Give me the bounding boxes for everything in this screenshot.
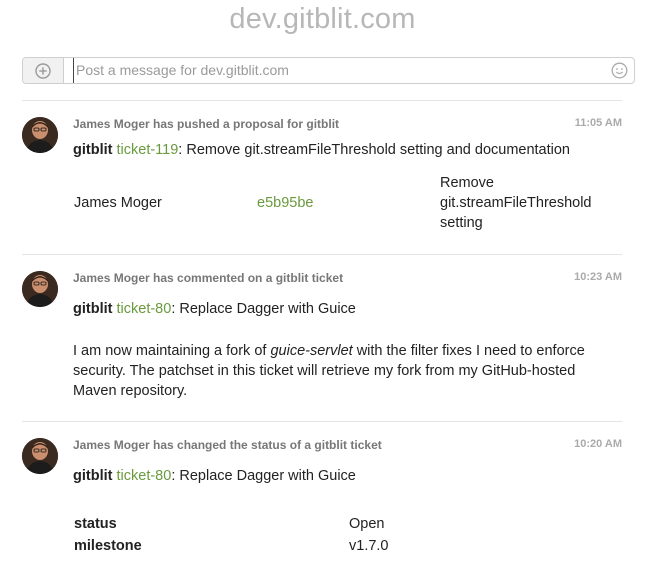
field-value: Open <box>349 516 385 532</box>
ticket-link[interactable]: ticket-119 <box>117 142 179 158</box>
divider <box>22 421 622 422</box>
ticket-title: : Replace Dagger with Guice <box>171 468 356 484</box>
activity-description: James Moger has changed the status of a … <box>73 438 382 452</box>
field-value: v1.7.0 <box>349 538 389 554</box>
ticket-subject: gitblit ticket-119: Remove git.streamFil… <box>73 142 570 158</box>
commit-author: James Moger <box>74 195 162 211</box>
commit-message-line: setting <box>440 215 483 231</box>
commit-message-line: git.streamFileThreshold <box>440 195 592 211</box>
smiley-icon <box>611 62 628 79</box>
avatar[interactable] <box>22 438 58 474</box>
commit-message-line: Remove <box>440 175 494 191</box>
timestamp: 11:05 AM <box>574 117 622 129</box>
ticket-subject: gitblit ticket-80: Replace Dagger with G… <box>73 301 356 317</box>
ticket-link[interactable]: ticket-80 <box>117 301 172 317</box>
ticket-title: : Remove git.streamFileThreshold setting… <box>178 142 570 158</box>
message-composer: Post a message for dev.gitblit.com <box>22 57 635 84</box>
commit-message: Remove git.streamFileThreshold setting <box>440 173 592 233</box>
fork-name: guice-servlet <box>270 343 353 359</box>
avatar[interactable] <box>22 117 58 153</box>
emoji-button[interactable] <box>611 62 628 79</box>
field-key: milestone <box>74 538 142 554</box>
add-attachment-button[interactable] <box>23 58 64 83</box>
plus-circle-icon <box>35 62 51 79</box>
activity-description: James Moger has commented on a gitblit t… <box>73 271 344 285</box>
repo-link[interactable]: gitblit <box>73 142 112 158</box>
timestamp: 10:20 AM <box>574 438 622 450</box>
avatar[interactable] <box>22 271 58 307</box>
repo-link[interactable]: gitblit <box>73 468 112 484</box>
message-input[interactable]: Post a message for dev.gitblit.com <box>73 58 606 83</box>
ticket-title: : Replace Dagger with Guice <box>171 301 356 317</box>
ticket-link[interactable]: ticket-80 <box>117 468 172 484</box>
ticket-subject: gitblit ticket-80: Replace Dagger with G… <box>73 468 356 484</box>
channel-title: dev.gitblit.com <box>229 3 416 35</box>
repo-link[interactable]: gitblit <box>73 301 112 317</box>
commit-sha-link[interactable]: e5b95be <box>257 193 313 213</box>
comment-body: I am now maintaining a fork of guice-ser… <box>73 343 585 399</box>
divider <box>22 100 622 101</box>
field-key: status <box>74 516 117 532</box>
divider <box>22 254 622 255</box>
timestamp: 10:23 AM <box>574 271 622 283</box>
activity-description: James Moger has pushed a proposal for gi… <box>73 117 340 131</box>
